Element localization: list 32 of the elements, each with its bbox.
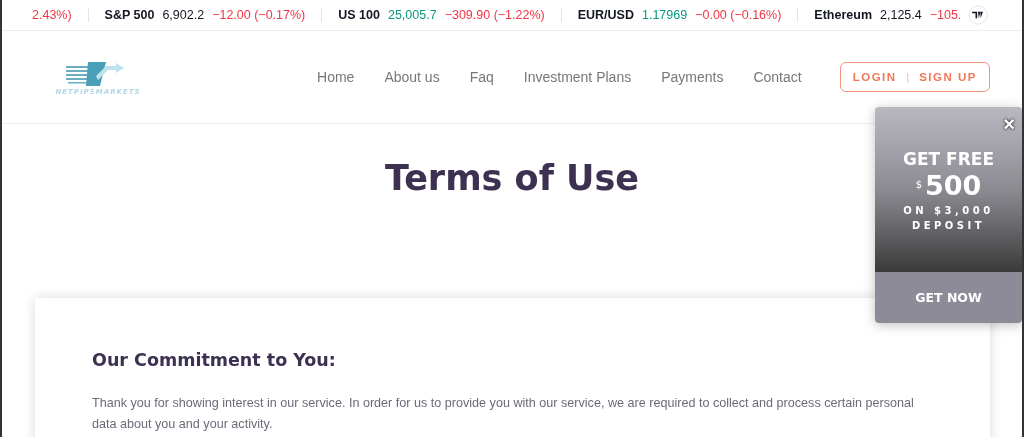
ticker-price: 1.17969 (642, 8, 688, 22)
nav-link[interactable]: Contact (753, 69, 802, 85)
ticker-price: 25,005.7 (387, 8, 437, 22)
ticker-symbol[interactable]: EUR/USD (577, 8, 634, 22)
login-link[interactable]: LOGIN (852, 71, 897, 83)
nav-link[interactable]: Payments (661, 69, 724, 85)
promo-amount: 500 (925, 171, 982, 201)
nav-link[interactable]: Faq (469, 69, 494, 85)
section-heading: Our Commitment to You: (92, 350, 337, 370)
nav-link[interactable]: Investment Plans (523, 69, 632, 85)
promo-headline: GET FREE (903, 149, 994, 169)
nav-link[interactable]: Home (317, 69, 355, 85)
ticker-symbol[interactable]: Ethereum (814, 8, 872, 22)
ticker-change: −12.00 (−0.17%) (212, 8, 306, 22)
ticker-change: 2.43%) (32, 8, 72, 22)
get-now-button[interactable]: GET NOW (875, 272, 1022, 323)
tv-logo-icon[interactable] (968, 5, 988, 25)
page-title: Terms of Use (384, 158, 640, 198)
ticker-price: 6,902.2 (162, 8, 205, 22)
ticker-price: 2,125.4 (880, 8, 922, 22)
promo-text: ON $3,000 (903, 204, 994, 216)
signup-link[interactable]: SIGN UP (919, 71, 977, 83)
promo-text: DEPOSIT (911, 219, 986, 231)
ticker-change: −309.90 (−1.22%) (444, 8, 545, 22)
ticker-symbol[interactable]: US 100 (338, 8, 380, 22)
auth-separator: | (906, 71, 910, 83)
ticker-symbol[interactable]: S&P 500 (104, 8, 155, 22)
ticker-change: −0.00 (−0.16%) (695, 8, 782, 22)
nav-link[interactable]: About us (384, 69, 440, 85)
ticker-change: −105. (929, 8, 962, 22)
currency-symbol: $ (915, 179, 922, 190)
section-paragraph: Thank you for showing interest in our service. In order for us to provide you with our service, we are required to collect and process certain personal data about you and your activity. (92, 395, 915, 433)
